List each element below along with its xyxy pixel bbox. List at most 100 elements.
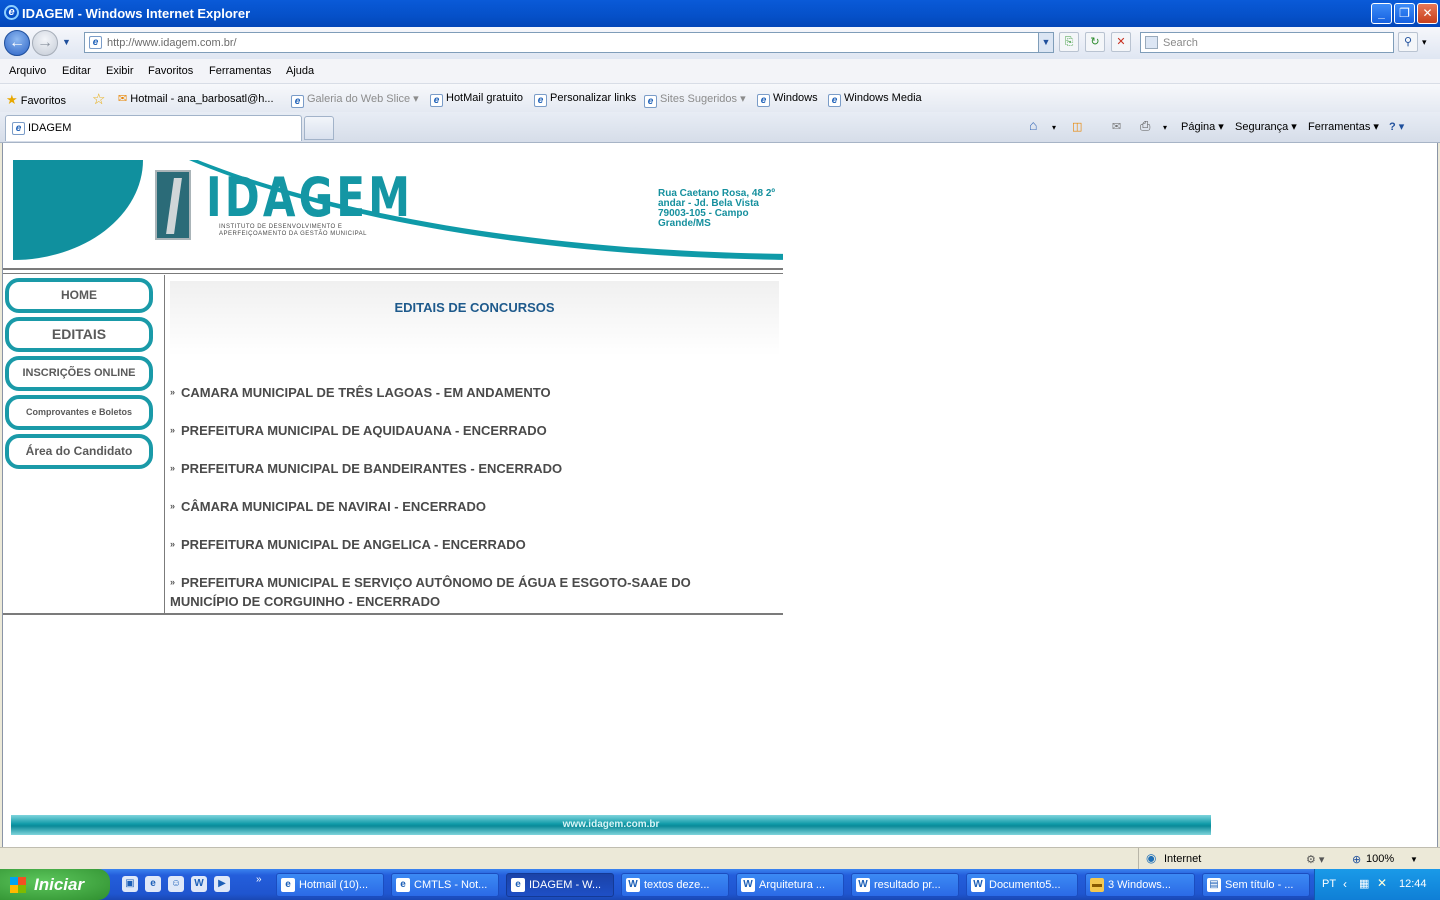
menu-ajuda[interactable]: Ajuda [286, 65, 314, 77]
word-quicklaunch-icon[interactable]: W [191, 876, 207, 892]
menu-ferramentas[interactable]: Ferramentas [209, 65, 271, 77]
edital-link[interactable]: » PREFEITURA MUNICIPAL DE AQUIDAUANA - EN… [170, 421, 730, 440]
search-options-dropdown[interactable]: ▾ [1422, 37, 1427, 48]
fav-web-slice-label: Galeria do Web Slice ▾ [307, 93, 419, 105]
fav-hotmail-gratuito[interactable]: e HotMail gratuito [430, 92, 523, 107]
home-dropdown[interactable]: ▾ [1052, 123, 1056, 132]
address-dropdown-button[interactable]: ▼ [1038, 33, 1053, 52]
menu-area-candidato-button[interactable]: Área do Candidato [5, 434, 153, 469]
messenger-icon[interactable]: ☺ [168, 876, 184, 892]
tab-idagem[interactable]: e IDAGEM [5, 115, 302, 141]
divider [3, 613, 783, 615]
start-button[interactable]: Iniciar [0, 869, 110, 900]
zoom-level[interactable]: 100% [1366, 853, 1394, 865]
divider [3, 268, 783, 270]
close-button[interactable]: ✕ [1417, 3, 1438, 24]
add-favorite-icon[interactable]: ☆ [92, 90, 105, 108]
security-zone: Internet [1164, 853, 1202, 865]
taskbar-item-textos[interactable]: Wtextos deze... [621, 873, 729, 897]
recent-pages-dropdown[interactable]: ▼ [62, 37, 71, 47]
page-menu[interactable]: Página ▾ [1181, 120, 1224, 133]
taskbar-item-cmtls[interactable]: e CMTLS - Not... [391, 873, 499, 897]
taskbar-item-hotmail[interactable]: e Hotmail (10)... [276, 873, 384, 897]
search-input[interactable]: Search [1140, 32, 1394, 53]
menu-comprovantes-button[interactable]: Comprovantes e Boletos [5, 395, 153, 430]
favorites-label: Favoritos [20, 95, 66, 107]
tray-expand-icon[interactable]: ‹ [1343, 877, 1347, 891]
logo-subtitle-line2: APERFEIÇOAMENTO DA GESTÃO MUNICIPAL [219, 231, 367, 237]
home-icon[interactable]: ⌂ [1029, 117, 1037, 133]
menu-home-button[interactable]: HOME [5, 278, 153, 313]
taskbar-item-sem-titulo[interactable]: ▤ Sem título - ... [1202, 873, 1310, 897]
address-bar[interactable]: e http://www.idagem.com.br/ [84, 32, 1054, 53]
media-player-icon[interactable]: ▶ [214, 876, 230, 892]
edital-link[interactable]: » PREFEITURA MUNICIPAL DE ANGELICA - ENCE… [170, 535, 730, 554]
task-label: Hotmail (10)... [299, 879, 369, 891]
task-label: Arquitetura ... [759, 879, 826, 891]
zoom-dropdown[interactable]: ▼ [1410, 855, 1418, 864]
edital-link[interactable]: » PREFEITURA MUNICIPAL DE BANDEIRANTES - … [170, 459, 730, 478]
print-icon[interactable]: ⎙ [1140, 118, 1150, 134]
favorites-button[interactable]: ★ Favoritos [6, 92, 66, 108]
language-indicator[interactable]: PT [1322, 878, 1336, 890]
maximize-button[interactable]: ❐ [1394, 3, 1415, 24]
network-icon[interactable]: ▦ [1359, 877, 1369, 890]
refresh-icon[interactable]: ↻ [1085, 32, 1105, 52]
fav-windows[interactable]: e Windows [757, 92, 818, 107]
logo-subtitle: INSTITUTO DE DESENVOLVIMENTO E APERFEIÇO… [219, 224, 367, 238]
edital-link[interactable]: » CAMARA MUNICIPAL DE TRÊS LAGOAS - EM AN… [170, 383, 730, 402]
taskbar-item-idagem[interactable]: e IDAGEM - W... [506, 873, 614, 897]
new-tab-button[interactable] [304, 116, 334, 140]
forward-button[interactable]: → [32, 30, 58, 56]
search-icon[interactable]: ⚲ [1398, 32, 1418, 52]
fav-windows-media-label: Windows Media [844, 92, 922, 104]
tools-menu[interactable]: Ferramentas ▾ [1308, 120, 1379, 133]
help-icon[interactable]: ? ▾ [1389, 120, 1404, 133]
site-logo[interactable]: IDAGEM [206, 168, 413, 228]
edital-link[interactable]: » CÂMARA MUNICIPAL DE NAVIRAI - ENCERRADO [170, 497, 730, 516]
menu-editar[interactable]: Editar [62, 65, 91, 77]
fav-personalizar-links[interactable]: e Personalizar links [534, 92, 636, 107]
ie-page-icon: e [757, 94, 770, 107]
fav-hotmail[interactable]: ✉ Hotmail - ana_barbosatl@h... [118, 92, 274, 105]
print-dropdown[interactable]: ▾ [1163, 123, 1167, 132]
antivirus-icon[interactable]: ✕ [1377, 876, 1387, 890]
edital-label: PREFEITURA MUNICIPAL E SERVIÇO AUTÔNOMO … [170, 575, 691, 609]
feeds-icon[interactable]: ◫ [1072, 120, 1082, 133]
read-mail-icon[interactable]: ✉ [1112, 120, 1121, 133]
edital-link[interactable]: » PREFEITURA MUNICIPAL E SERVIÇO AUTÔNOMO… [170, 573, 750, 611]
minimize-button[interactable]: _ [1371, 3, 1392, 24]
edital-label: PREFEITURA MUNICIPAL DE BANDEIRANTES - E… [181, 461, 563, 476]
task-label: IDAGEM - W... [529, 879, 602, 891]
fav-sites-sugeridos[interactable]: e Sites Sugeridos ▾ [644, 92, 746, 108]
search-provider-icon [1145, 36, 1158, 49]
menu-favoritos[interactable]: Favoritos [148, 65, 193, 77]
clock[interactable]: 12:44 [1399, 878, 1427, 890]
footer-url[interactable]: www.idagem.com.br [563, 819, 660, 830]
fav-web-slice-gallery[interactable]: e Galeria do Web Slice ▾ [291, 92, 419, 108]
security-menu[interactable]: Segurança ▾ [1235, 120, 1297, 133]
system-tray: PT ‹ ▦ ✕ 12:44 [1314, 869, 1440, 900]
taskbar-item-windows-group[interactable]: ▬ 3 Windows... [1085, 873, 1195, 897]
page-icon: e [89, 36, 102, 49]
compatibility-view-icon[interactable]: ⎘ [1059, 32, 1079, 52]
back-button[interactable]: ← [4, 30, 30, 56]
menu-arquivo[interactable]: Arquivo [9, 65, 46, 77]
stop-icon[interactable]: ✕ [1111, 32, 1131, 52]
taskbar-item-resultado[interactable]: Wresultado pr... [851, 873, 959, 897]
show-desktop-icon[interactable]: ▣ [122, 876, 138, 892]
taskbar-item-arquitetura[interactable]: W Arquitetura ... [736, 873, 844, 897]
protected-mode-icon[interactable]: ⚙ ▾ [1306, 853, 1324, 866]
quicklaunch-more-icon[interactable]: » [256, 874, 262, 885]
ie-page-icon: e [291, 95, 304, 108]
menu-exibir[interactable]: Exibir [106, 65, 134, 77]
taskbar-item-documento5[interactable]: W Documento5... [966, 873, 1078, 897]
menu-editais-button[interactable]: EDITAIS [5, 317, 153, 352]
globe-icon: ◉ [1146, 851, 1157, 865]
double-arrow-icon: » [170, 425, 176, 435]
word-task-icon: W [856, 878, 870, 892]
ie-quicklaunch-icon[interactable]: e [145, 876, 161, 892]
menu-inscricoes-button[interactable]: INSCRIÇÕES ONLINE [5, 356, 153, 391]
ie-page-icon: e [828, 94, 841, 107]
fav-windows-media[interactable]: e Windows Media [828, 92, 922, 107]
